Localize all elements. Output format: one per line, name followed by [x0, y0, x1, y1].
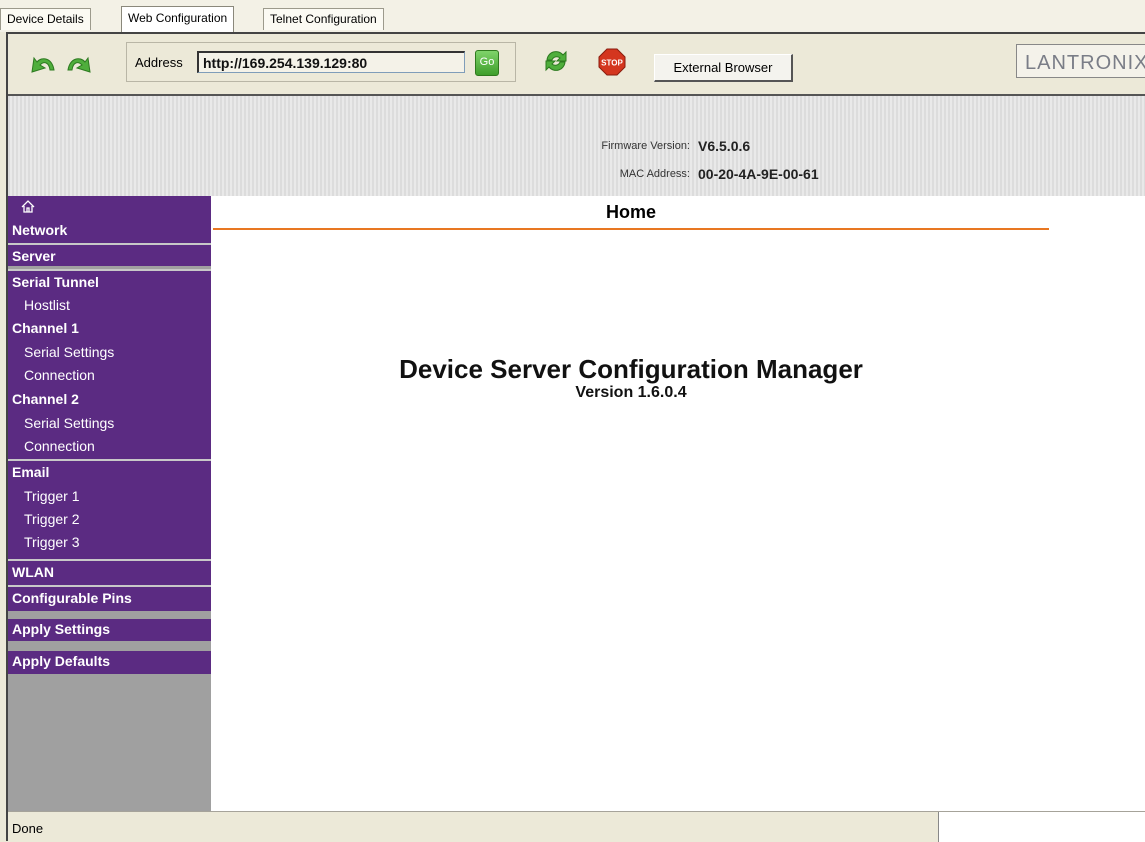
logo-text: LANTRONIX [1025, 52, 1145, 74]
address-input[interactable]: http://169.254.139.129:80 [197, 51, 465, 73]
stop-label: STOP [601, 59, 623, 68]
sidebar-item-channel-2[interactable]: Channel 2 [12, 391, 215, 407]
stop-button[interactable]: STOP [598, 48, 626, 81]
status-text: Done [12, 821, 44, 836]
refresh-button[interactable] [541, 46, 571, 81]
stop-icon: STOP [598, 48, 626, 76]
sidebar-separator [8, 243, 211, 245]
sidebar-item-email[interactable]: Email [12, 464, 215, 480]
toolbar: Address http://169.254.139.129:80 Go STO… [8, 34, 1145, 96]
title-divider [213, 228, 1049, 230]
sidebar-item-channel-2-connection[interactable]: Connection [24, 438, 227, 454]
apply-settings-button[interactable]: Apply Settings [12, 621, 215, 637]
status-panel [938, 812, 1145, 842]
back-button[interactable] [28, 48, 58, 83]
sidebar-item-channel-2-serial-settings[interactable]: Serial Settings [24, 415, 227, 431]
tab-telnet-configuration[interactable]: Telnet Configuration [263, 8, 384, 30]
tab-web-configuration[interactable]: Web Configuration [121, 6, 235, 32]
sidebar-item-channel-1-connection[interactable]: Connection [24, 367, 227, 383]
main-heading: Device Server Configuration Manager [399, 354, 863, 384]
forward-button[interactable] [64, 48, 94, 83]
sidebar-home[interactable] [8, 196, 211, 218]
forward-arrow-icon [67, 56, 91, 73]
main-content: Home Device Server Configuration Manager… [211, 196, 1145, 811]
main-version: Version 1.6.0.4 [575, 384, 687, 401]
browser-frame: Address http://169.254.139.129:80 Go STO… [6, 32, 1145, 842]
sidebar-item-channel-1-serial-settings[interactable]: Serial Settings [24, 344, 227, 360]
sidebar-item-network[interactable]: Network [12, 222, 215, 238]
tab-device-details[interactable]: Device Details [0, 8, 91, 30]
lantronix-logo: LANTRONIX [1016, 44, 1145, 78]
external-browser-button[interactable]: External Browser [654, 54, 793, 82]
status-bar: Done [8, 811, 1145, 842]
firmware-version-value: V6.5.0.6 [698, 138, 751, 154]
sidebar-item-trigger-2[interactable]: Trigger 2 [24, 511, 227, 527]
sidebar-item-channel-1[interactable]: Channel 1 [12, 320, 215, 336]
sidebar-item-trigger-3[interactable]: Trigger 3 [24, 534, 227, 550]
address-bar: Address http://169.254.139.129:80 Go [126, 42, 516, 82]
mac-address-value: 00-20-4A-9E-00-61 [698, 166, 819, 182]
sidebar-item-serial-tunnel[interactable]: Serial Tunnel [12, 274, 215, 290]
back-arrow-icon [31, 56, 55, 73]
sidebar-item-trigger-1[interactable]: Trigger 1 [24, 488, 227, 504]
sidebar-item-hostlist[interactable]: Hostlist [24, 297, 227, 313]
mac-address-label: MAC Address: [619, 168, 690, 180]
page-title: Home [605, 202, 656, 222]
device-header: Firmware Version: V6.5.0.6 MAC Address: … [8, 96, 1145, 196]
sidebar-item-wlan[interactable]: WLAN [12, 564, 215, 580]
firmware-version-label: Firmware Version: [601, 140, 690, 152]
home-icon [21, 200, 35, 213]
tab-bar: Device Details Web Configuration Telnet … [0, 0, 1145, 32]
sidebar-item-server[interactable]: Server [12, 248, 215, 264]
sidebar-item-configurable-pins[interactable]: Configurable Pins [12, 590, 215, 606]
sidebar: Network Server Serial Tunnel Hostlist Ch… [8, 196, 211, 811]
go-button[interactable]: Go [475, 50, 499, 76]
refresh-icon [545, 50, 567, 72]
address-label: Address [135, 55, 183, 70]
apply-defaults-button[interactable]: Apply Defaults [12, 653, 215, 669]
